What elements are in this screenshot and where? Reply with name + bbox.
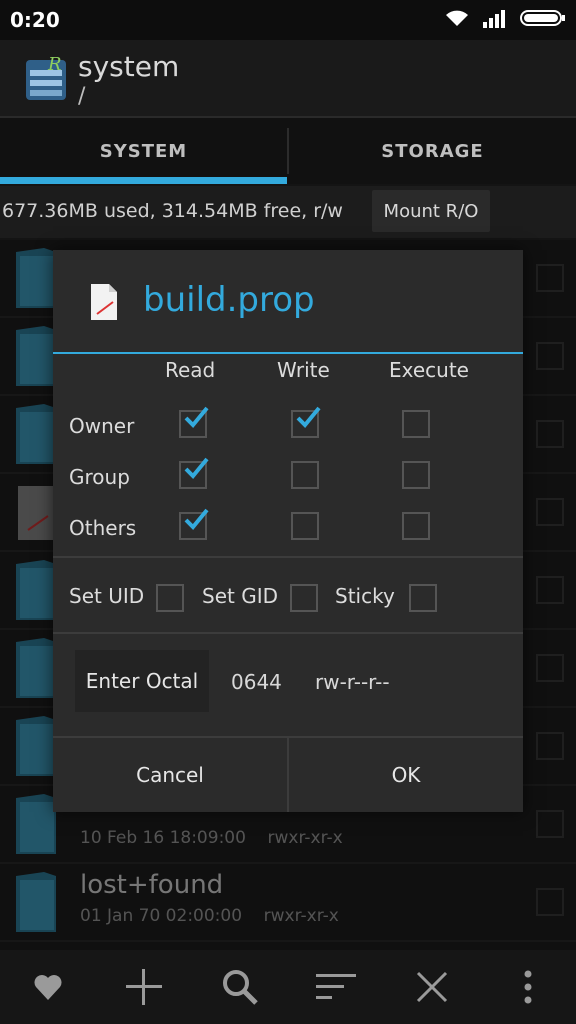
clock: 0:20	[10, 8, 60, 32]
sticky-checkbox[interactable]	[409, 584, 437, 612]
svg-text:R: R	[47, 54, 62, 75]
sticky-label: Sticky	[335, 584, 395, 608]
close-button[interactable]	[402, 957, 462, 1017]
checkmark-icon	[296, 406, 321, 428]
status-icons	[444, 8, 566, 28]
others-execute-checkbox[interactable]	[402, 512, 430, 540]
add-button[interactable]	[114, 957, 174, 1017]
file-icon	[91, 284, 117, 320]
others-label: Others	[69, 516, 137, 540]
storage-info-bar: 677.36MB used, 314.54MB free, r/w Mount …	[0, 186, 576, 238]
storage-info: 677.36MB used, 314.54MB free, r/w	[2, 200, 343, 222]
overflow-menu-button[interactable]	[498, 957, 558, 1017]
execute-column-header: Execute	[389, 358, 469, 382]
close-icon	[416, 971, 448, 1003]
others-read-checkbox[interactable]	[179, 508, 209, 540]
dialog-header: build.prop	[53, 250, 523, 354]
checkmark-icon	[184, 508, 209, 530]
group-read-checkbox[interactable]	[179, 457, 209, 489]
current-path: /	[78, 84, 86, 109]
bottom-toolbar	[0, 950, 576, 1024]
owner-write-checkbox[interactable]	[291, 406, 321, 438]
ok-button[interactable]: OK	[289, 738, 523, 812]
octal-value: 0644	[231, 670, 282, 694]
app-title: system	[78, 50, 180, 83]
sort-icon	[316, 974, 356, 999]
signal-icon	[483, 10, 505, 28]
tab-system[interactable]: SYSTEM	[0, 118, 287, 184]
permission-string: rw-r--r--	[315, 670, 390, 694]
app-logo-icon[interactable]: R	[24, 54, 68, 104]
search-button[interactable]	[210, 957, 270, 1017]
checkmark-icon	[184, 457, 209, 479]
status-bar: 0:20	[0, 0, 576, 40]
owner-execute-checkbox[interactable]	[402, 410, 430, 438]
divider	[53, 632, 523, 634]
add-icon	[126, 969, 162, 1005]
app-bar: R system /	[0, 40, 576, 118]
tab-storage[interactable]: STORAGE	[289, 118, 576, 184]
sort-button[interactable]	[306, 957, 366, 1017]
mount-ro-button[interactable]: Mount R/O	[372, 190, 490, 232]
more-vert-icon	[524, 970, 532, 1004]
dialog-title: build.prop	[143, 280, 315, 320]
group-label: Group	[69, 465, 130, 489]
set-uid-label: Set UID	[69, 584, 145, 608]
heart-icon	[34, 975, 62, 1000]
search-icon	[223, 970, 258, 1005]
set-uid-checkbox[interactable]	[156, 584, 184, 612]
wifi-icon	[446, 10, 468, 26]
write-column-header: Write	[277, 358, 330, 382]
owner-read-checkbox[interactable]	[179, 406, 209, 438]
read-column-header: Read	[165, 358, 216, 382]
set-gid-checkbox[interactable]	[290, 584, 318, 612]
group-write-checkbox[interactable]	[291, 461, 319, 489]
divider	[53, 556, 523, 558]
favorite-button[interactable]	[18, 957, 78, 1017]
owner-label: Owner	[69, 414, 135, 438]
permissions-dialog: build.prop Read Write Execute Owner Grou…	[53, 250, 523, 812]
checkmark-icon	[184, 406, 209, 428]
group-execute-checkbox[interactable]	[402, 461, 430, 489]
battery-icon	[520, 10, 565, 26]
tab-bar: SYSTEM STORAGE	[0, 118, 576, 184]
others-write-checkbox[interactable]	[291, 512, 319, 540]
enter-octal-button[interactable]: Enter Octal	[75, 650, 209, 712]
set-gid-label: Set GID	[202, 584, 278, 608]
cancel-button[interactable]: Cancel	[53, 738, 287, 812]
